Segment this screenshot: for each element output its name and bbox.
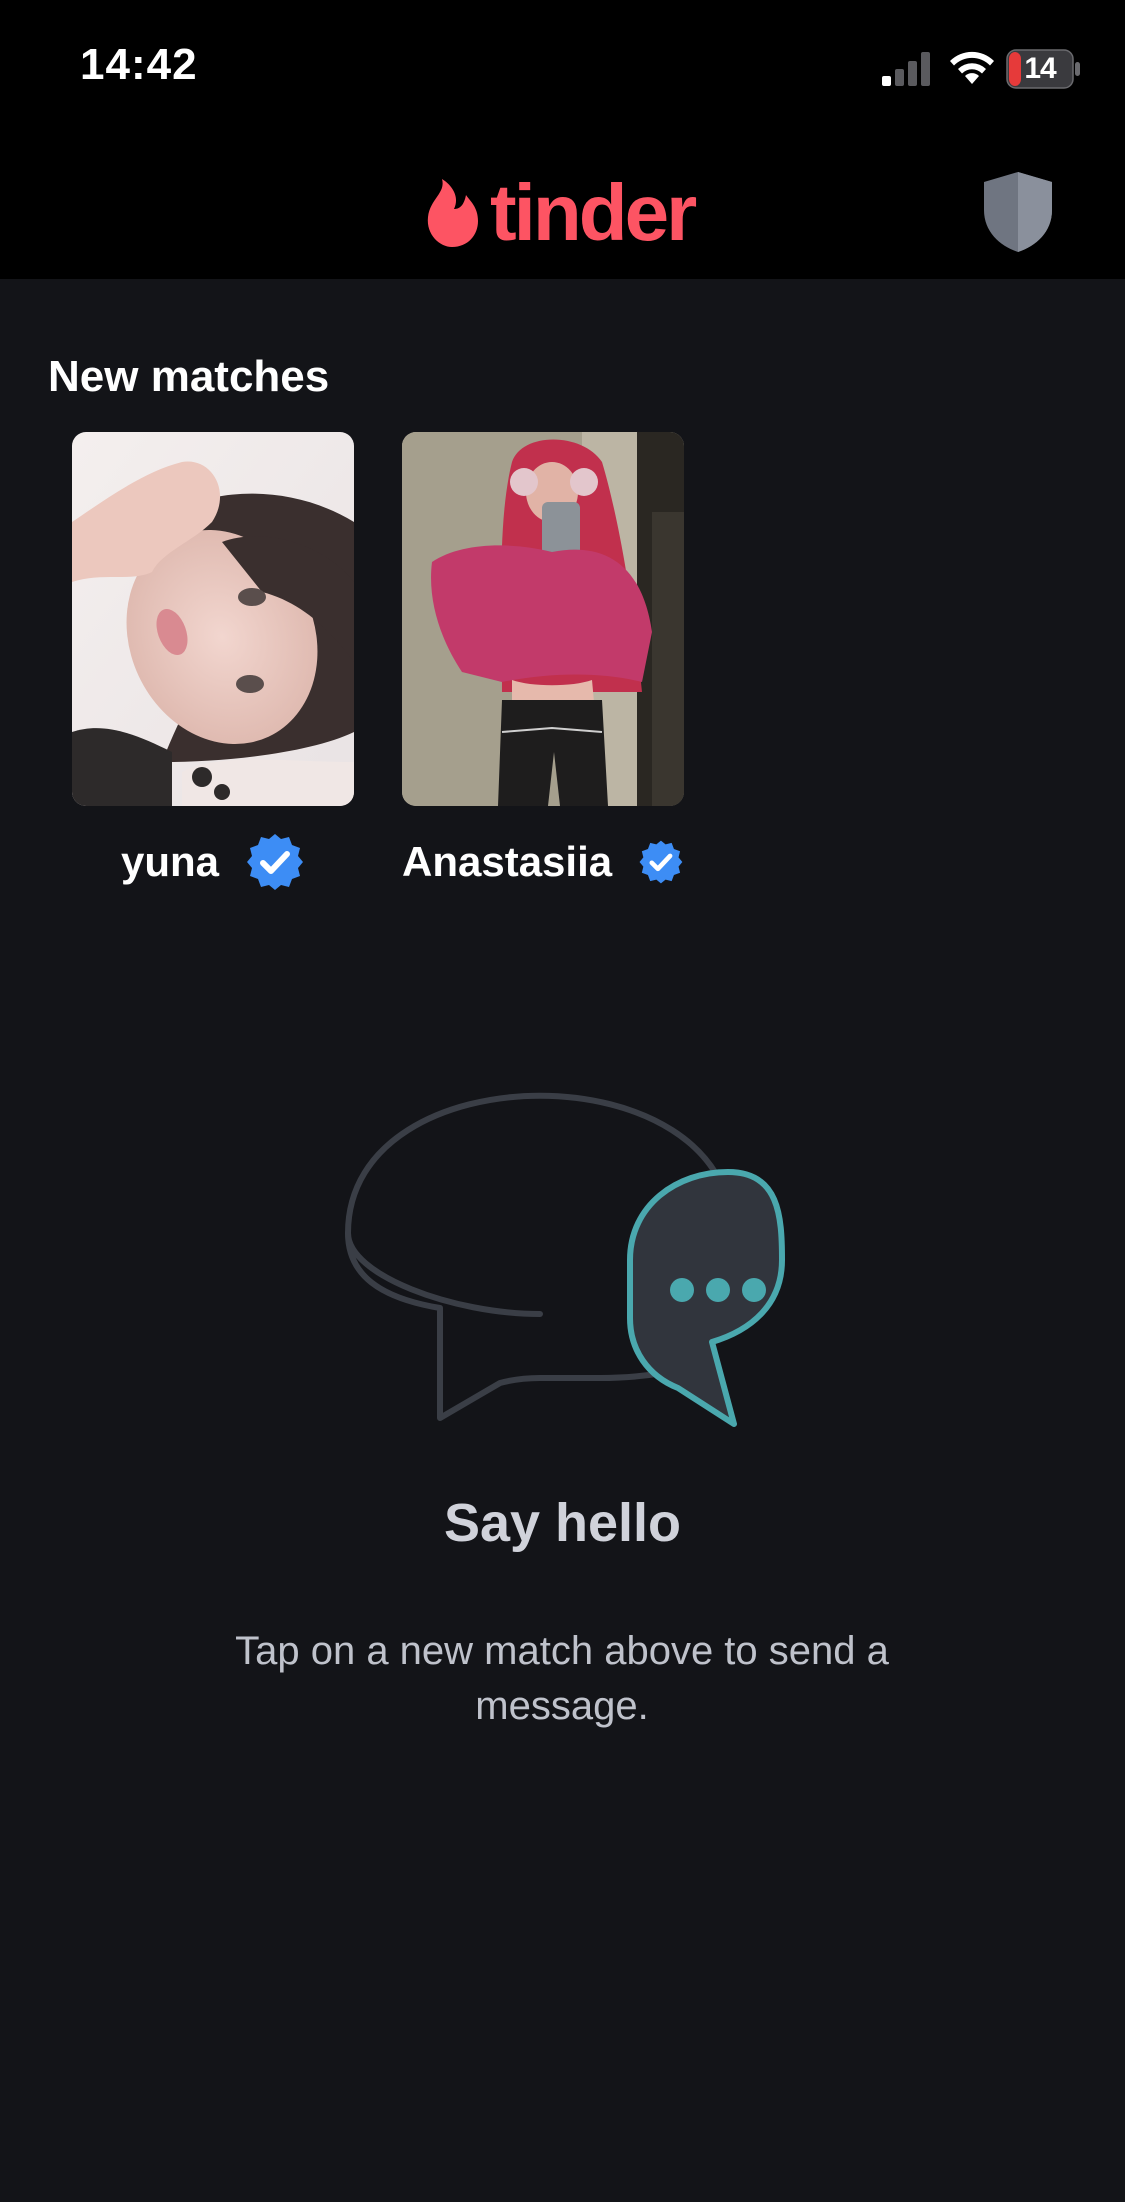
match-name: yuna [120,838,220,885]
match-photo[interactable] [402,432,684,806]
match-name-row: Anastasiia [402,832,684,892]
tinder-logo: tinder [422,168,697,258]
match-photo[interactable] [72,432,354,806]
match-name: Anastasiia [402,838,613,885]
wifi-icon [950,51,994,84]
verified-badge-icon [247,834,304,890]
chat-bubbles-icon [344,1092,785,1427]
app-header: tinder [0,140,1125,279]
new-matches-title: New matches [48,352,330,401]
match-card-anastasiia[interactable]: Anastasiia [402,432,684,885]
verified-badge-icon [639,840,683,884]
match-card-yuna[interactable]: yuna [72,432,354,890]
empty-state-title: Say hello [443,1493,682,1553]
shield-icon[interactable] [980,170,1056,254]
status-time: 14:42 [80,40,198,89]
battery-level: 14 [1024,52,1056,85]
empty-state-message: Tap on a new match above to send a messa… [235,1629,889,1728]
status-bar: 14:42 14 [0,0,1125,140]
match-name-row: yuna [72,832,354,892]
logo-text: tinder [490,168,697,257]
signal-icon [882,52,930,86]
flame-icon [427,179,478,247]
